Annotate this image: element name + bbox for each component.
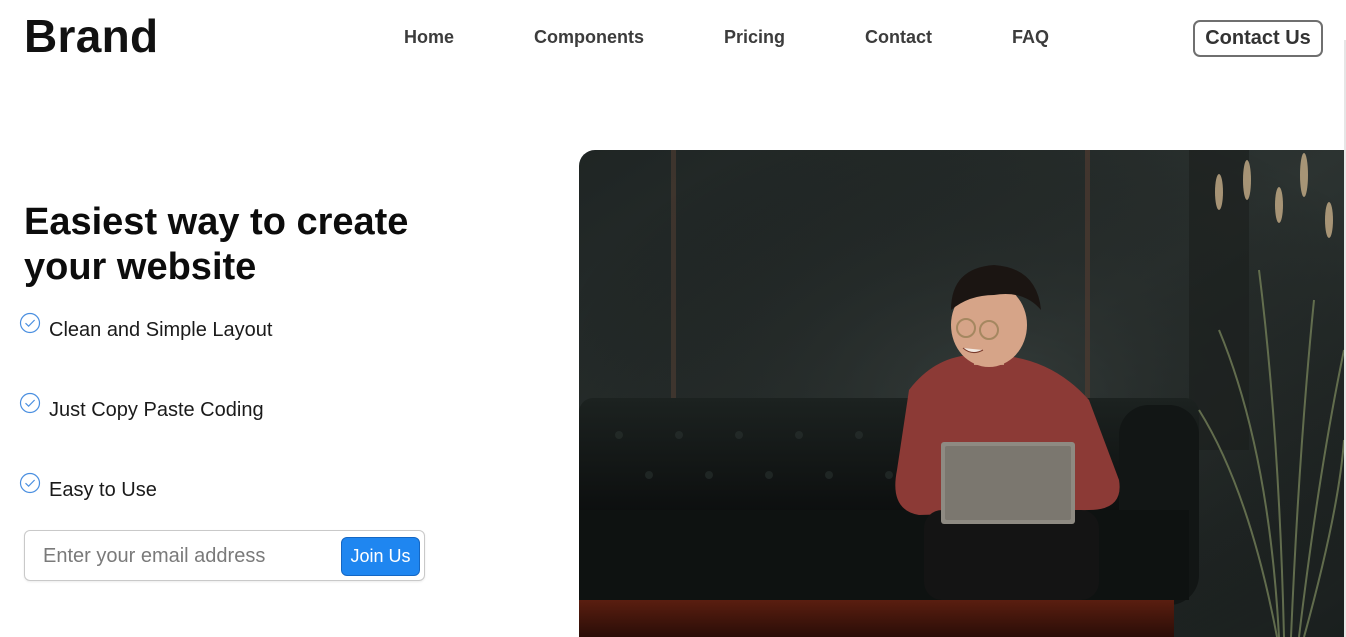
hero-image: [579, 150, 1344, 637]
nav-components-link[interactable]: Components: [534, 27, 644, 48]
feature-label: Easy to Use: [49, 479, 157, 501]
landing-page: Brand Home Components Pricing Contact FA…: [0, 0, 1346, 637]
nav-contact-link[interactable]: Contact: [865, 27, 932, 48]
feature-item: Just Copy Paste Coding: [19, 392, 264, 422]
feature-label: Just Copy Paste Coding: [49, 399, 264, 421]
nav-home-link[interactable]: Home: [404, 27, 454, 48]
check-circle-icon: [19, 312, 41, 334]
brand-logo[interactable]: Brand: [24, 9, 158, 63]
check-circle-icon: [19, 392, 41, 414]
check-circle-icon: [19, 472, 41, 494]
feature-label: Clean and Simple Layout: [49, 319, 273, 341]
nav-faq-link[interactable]: FAQ: [1012, 27, 1049, 48]
join-us-button[interactable]: Join Us: [341, 537, 420, 576]
hero-photo-illustration: [579, 150, 1344, 637]
email-input[interactable]: [43, 542, 343, 570]
contact-us-button[interactable]: Contact Us: [1193, 20, 1323, 57]
feature-item: Easy to Use: [19, 472, 157, 502]
hero-title: Easiest way to create your website: [24, 201, 409, 288]
nav-pricing-link[interactable]: Pricing: [724, 27, 785, 48]
feature-item: Clean and Simple Layout: [19, 312, 273, 342]
email-signup-form: Join Us: [24, 530, 425, 581]
